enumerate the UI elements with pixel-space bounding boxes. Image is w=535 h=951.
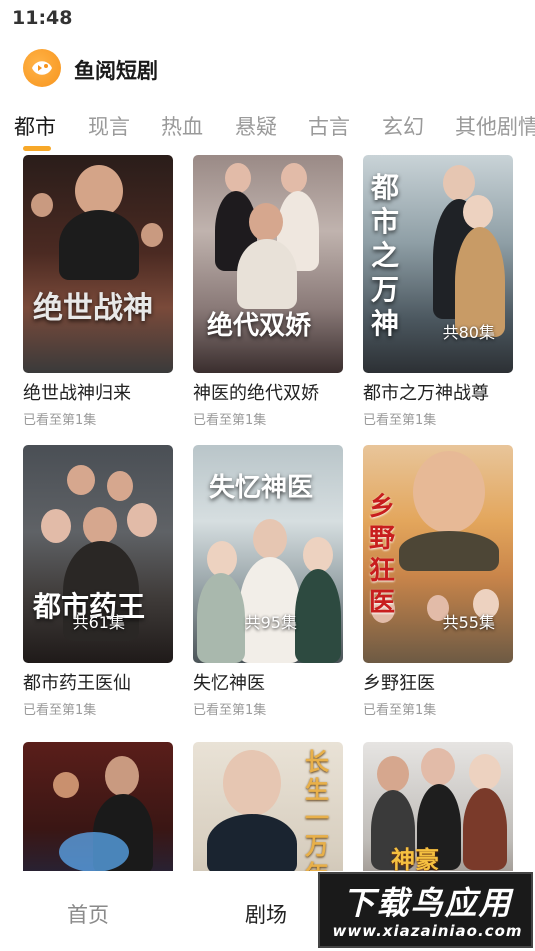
watch-progress: 已看至第1集 [23,413,97,428]
drama-title: 乡野狂医 [363,673,435,694]
watch-progress: 已看至第1集 [193,703,267,718]
drama-card[interactable]: 神豪 [363,742,513,871]
poster-title-art: 长生一万年 [305,747,329,872]
nav-theater[interactable]: 剧场 [245,899,287,929]
drama-poster[interactable]: 乡野狂医 共55集 [363,445,513,663]
tab-xuanhuan[interactable]: 玄幻 [382,111,424,141]
episode-count: 共61集 [72,613,125,632]
watch-progress: 已看至第1集 [193,413,267,428]
drama-poster[interactable]: 长生一万年 [193,742,343,871]
drama-card[interactable]: 都市药王 共61集 都市药王医仙 已看至第1集 [23,445,173,718]
app-screen: 11:48 鱼阅短剧 都市 现言 热血 悬疑 古言 玄幻 其他剧情 绝世战神 绝… [0,0,535,951]
category-tabs: 都市 现言 热血 悬疑 古言 玄幻 其他剧情 [0,105,535,155]
drama-card[interactable]: 乡野狂医 共55集 乡野狂医 已看至第1集 [363,445,513,718]
drama-poster[interactable]: 绝世战神 [23,155,173,373]
watch-progress: 已看至第1集 [363,413,437,428]
tab-guyan[interactable]: 古言 [308,111,350,141]
watermark-url: www.xiazainiao.com [332,922,523,940]
active-tab-indicator [23,146,51,151]
watch-progress: 已看至第1集 [363,703,437,718]
episode-count: 共55集 [442,613,495,632]
episode-count: 共80集 [442,323,495,342]
drama-poster[interactable]: 都市药王 共61集 [23,445,173,663]
watch-progress: 已看至第1集 [23,703,97,718]
drama-card[interactable]: 绝代双娇 神医的绝代双娇 已看至第1集 [193,155,343,428]
drama-title: 都市药王医仙 [23,673,131,694]
status-time: 11:48 [12,7,73,29]
drama-poster[interactable]: 绝代双娇 [193,155,343,373]
poster-title-art: 绝代双娇 [207,311,312,341]
tab-xuanyi[interactable]: 悬疑 [235,111,277,141]
poster-title-art: 绝世战神 [33,291,153,326]
status-bar: 11:48 [0,0,535,36]
app-title: 鱼阅短剧 [74,59,158,83]
drama-card[interactable]: 失忆神医 共95集 失忆神医 已看至第1集 [193,445,343,718]
drama-poster[interactable]: 都市之万神 共80集 [363,155,513,373]
fish-logo-icon [23,49,61,87]
drama-title: 失忆神医 [193,673,265,694]
nav-home[interactable]: 首页 [67,899,109,929]
drama-poster[interactable]: 失忆神医 共95集 [193,445,343,663]
tab-rexue[interactable]: 热血 [161,111,203,141]
drama-title: 神医的绝代双娇 [193,383,319,404]
drama-poster[interactable]: 神豪 [363,742,513,871]
drama-card[interactable]: 绝世战神 绝世战神归来 已看至第1集 [23,155,173,428]
tab-other[interactable]: 其他剧情 [455,111,535,141]
watermark-logo: 下载鸟应用 www.xiazainiao.com [318,872,533,948]
poster-title-art: 失忆神医 [209,473,314,503]
drama-grid: 绝世战神 绝世战神归来 已看至第1集 绝代双娇 神医的绝代双娇 已看至第1集 都… [0,155,535,871]
poster-title-art: 神豪 [391,845,439,871]
watermark-text: 下载鸟应用 [342,884,513,922]
poster-title-art: 都市之万神 [371,171,400,340]
drama-poster[interactable] [23,742,173,871]
drama-title: 绝世战神归来 [23,383,131,404]
drama-card[interactable]: 都市之万神 共80集 都市之万神战尊 已看至第1集 [363,155,513,428]
drama-title: 都市之万神战尊 [363,383,489,404]
tab-xianyan[interactable]: 现言 [88,111,130,141]
episode-count: 共95集 [244,613,297,632]
drama-card[interactable] [23,742,173,871]
app-header: 鱼阅短剧 [0,45,535,93]
tab-dushi[interactable]: 都市 [14,111,56,141]
poster-title-art: 乡野狂医 [369,492,396,618]
drama-card[interactable]: 长生一万年 [193,742,343,871]
